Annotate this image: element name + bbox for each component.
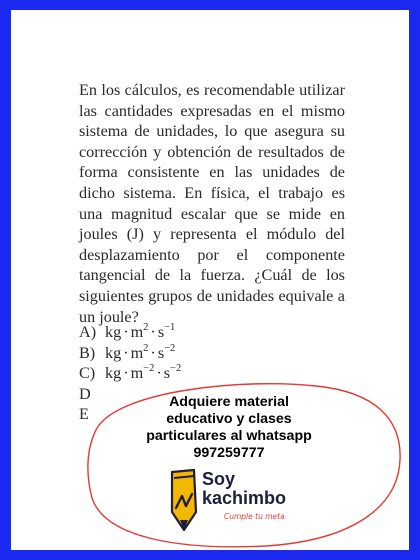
ad-line: Adquiere material xyxy=(169,394,289,410)
ad-message: Adquiere material educativo y clases par… xyxy=(104,394,354,462)
soy-kachimbo-logo: Soy kachimbo Cumple tu meta xyxy=(166,468,306,534)
question-text: En los cálculos, es recomendable utiliza… xyxy=(79,81,345,326)
option-letter: B) xyxy=(79,343,96,362)
option-expression: kg · m2 · s−1 xyxy=(105,322,176,341)
option-a: A) kg · m2 · s−1 xyxy=(79,322,345,343)
whatsapp-ad-overlay: Adquiere material educativo y clases par… xyxy=(86,380,404,552)
logo-wordmark: Soy kachimbo xyxy=(202,469,287,508)
question-paragraph: En los cálculos, es recomendable utiliza… xyxy=(79,80,345,327)
ad-line: particulares al whatsapp xyxy=(146,428,312,444)
option-expression: kg · m2 · s−2 xyxy=(105,342,176,362)
option-b: B) kg · m2 · s−2 xyxy=(79,343,345,364)
option-letter: A) xyxy=(79,323,97,341)
ad-phone-number: 997259777 xyxy=(193,445,265,461)
ad-line: educativo y clases xyxy=(166,411,292,427)
logo-tagline: Cumple tu meta xyxy=(224,512,285,521)
pencil-icon xyxy=(170,468,198,532)
